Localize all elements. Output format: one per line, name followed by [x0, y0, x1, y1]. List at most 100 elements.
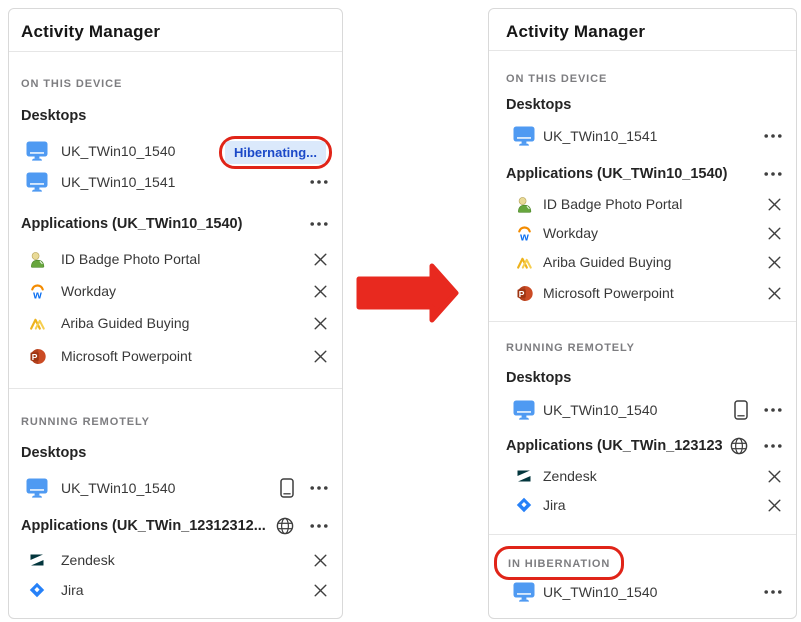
ellipsis-menu-icon[interactable]: [310, 222, 328, 226]
app-name: Jira: [543, 497, 751, 513]
zendesk-icon: [513, 465, 535, 487]
close-icon[interactable]: [767, 286, 782, 301]
close-icon[interactable]: [313, 252, 328, 267]
mobile-device-icon: [280, 478, 294, 498]
app-row: Jira: [26, 578, 328, 602]
monitor-icon: [26, 477, 48, 499]
app-row: Workday: [513, 221, 782, 245]
app-name: ID Badge Photo Portal: [543, 196, 751, 212]
desktop-row: UK_TWin10_1541: [26, 170, 328, 194]
section-on-this-device: ON THIS DEVICE: [506, 72, 607, 86]
desktop-row: UK_TWin10_1541: [513, 124, 782, 148]
app-row: Ariba Guided Buying: [513, 250, 782, 274]
ellipsis-menu-icon[interactable]: [764, 408, 782, 412]
group-divider: [489, 321, 796, 322]
close-icon[interactable]: [313, 349, 328, 364]
monitor-icon: [26, 140, 48, 162]
app-name: Zendesk: [543, 468, 751, 484]
zendesk-icon: [26, 549, 48, 571]
jira-icon: [26, 579, 48, 601]
workday-icon: [513, 222, 535, 244]
ariba-icon: [26, 312, 48, 334]
section-on-this-device: ON THIS DEVICE: [21, 77, 122, 91]
app-row: Jira: [513, 493, 782, 517]
close-icon[interactable]: [313, 284, 328, 299]
desktops-group-header: Desktops: [21, 441, 328, 465]
close-icon[interactable]: [767, 255, 782, 270]
id-badge-icon: [26, 248, 48, 270]
desktop-name: UK_TWin10_1540: [543, 402, 718, 418]
app-name: Workday: [61, 283, 292, 299]
app-name: Microsoft Powerpoint: [61, 348, 292, 364]
close-icon[interactable]: [767, 498, 782, 513]
ellipsis-menu-icon[interactable]: [310, 486, 328, 490]
desktop-name: UK_TWin10_1541: [61, 174, 289, 190]
red-arrow: [353, 258, 463, 328]
close-icon[interactable]: [313, 553, 328, 568]
ellipsis-menu-icon[interactable]: [764, 134, 782, 138]
red-circle-annotation: Hibernating...: [219, 136, 332, 169]
close-icon[interactable]: [767, 226, 782, 241]
monitor-icon: [513, 581, 535, 603]
close-icon[interactable]: [313, 583, 328, 598]
globe-icon: [730, 437, 748, 455]
monitor-icon: [513, 125, 535, 147]
app-name: Ariba Guided Buying: [543, 254, 751, 270]
ellipsis-menu-icon[interactable]: [764, 444, 782, 448]
app-row: ID Badge Photo Portal: [513, 192, 782, 216]
app-name: Ariba Guided Buying: [61, 315, 292, 331]
desktop-row: UK_TWin10_1540: [513, 398, 782, 422]
ariba-icon: [513, 251, 535, 273]
section-in-hibernation: IN HIBERNATION: [508, 558, 610, 570]
header-divider: [9, 51, 342, 52]
ellipsis-menu-icon[interactable]: [310, 524, 328, 528]
applications-group-header: Applications (UK_TWin_12312312...: [506, 434, 782, 458]
applications-group-header: Applications (UK_TWin10_1540): [21, 212, 328, 236]
powerpoint-icon: [26, 345, 48, 367]
activity-manager-panel-before: Activity Manager ON THIS DEVICE Desktops…: [8, 8, 343, 619]
desktop-row: UK_TWin10_1540: [513, 580, 782, 604]
app-row: Zendesk: [513, 464, 782, 488]
monitor-icon: [513, 399, 535, 421]
id-badge-icon: [513, 193, 535, 215]
app-name: Zendesk: [61, 552, 292, 568]
group-divider: [9, 388, 342, 389]
red-circle-annotation: IN HIBERNATION: [494, 546, 624, 580]
desktops-group-header: Desktops: [506, 93, 782, 117]
desktops-group-header: Desktops: [506, 366, 782, 390]
desktop-name: UK_TWin10_1540: [543, 584, 748, 600]
close-icon[interactable]: [313, 316, 328, 331]
page-title: Activity Manager: [506, 22, 645, 42]
close-icon[interactable]: [767, 469, 782, 484]
app-row: ID Badge Photo Portal: [26, 247, 328, 271]
app-row: Ariba Guided Buying: [26, 311, 328, 335]
app-row: Workday: [26, 279, 328, 303]
ellipsis-menu-icon[interactable]: [764, 590, 782, 594]
app-name: ID Badge Photo Portal: [61, 251, 292, 267]
mobile-device-icon: [734, 400, 748, 420]
section-running-remotely: RUNNING REMOTELY: [506, 341, 635, 355]
group-divider: [489, 534, 796, 535]
hibernating-status-badge: Hibernating...: [225, 141, 326, 164]
page-title: Activity Manager: [21, 22, 160, 42]
globe-icon: [276, 517, 294, 535]
activity-manager-panel-after: Activity Manager ON THIS DEVICE Desktops…: [488, 8, 797, 619]
app-row: Microsoft Powerpoint: [513, 281, 782, 305]
applications-group-header: Applications (UK_TWin10_1540): [506, 162, 782, 186]
workday-icon: [26, 280, 48, 302]
desktop-name: UK_TWin10_1540: [61, 480, 259, 496]
applications-group-header: Applications (UK_TWin_12312312...: [21, 514, 328, 538]
desktop-row: UK_TWin10_1540: [26, 476, 328, 500]
section-running-remotely: RUNNING REMOTELY: [21, 415, 150, 429]
app-name: Workday: [543, 225, 751, 241]
monitor-icon: [26, 171, 48, 193]
close-icon[interactable]: [767, 197, 782, 212]
header-divider: [489, 50, 796, 51]
app-name: Microsoft Powerpoint: [543, 285, 751, 301]
desktop-name: UK_TWin10_1541: [543, 128, 748, 144]
ellipsis-menu-icon[interactable]: [310, 180, 328, 184]
jira-icon: [513, 494, 535, 516]
activity-manager-before-after: Activity Manager ON THIS DEVICE Desktops…: [0, 0, 801, 622]
ellipsis-menu-icon[interactable]: [764, 172, 782, 176]
app-name: Jira: [61, 582, 292, 598]
